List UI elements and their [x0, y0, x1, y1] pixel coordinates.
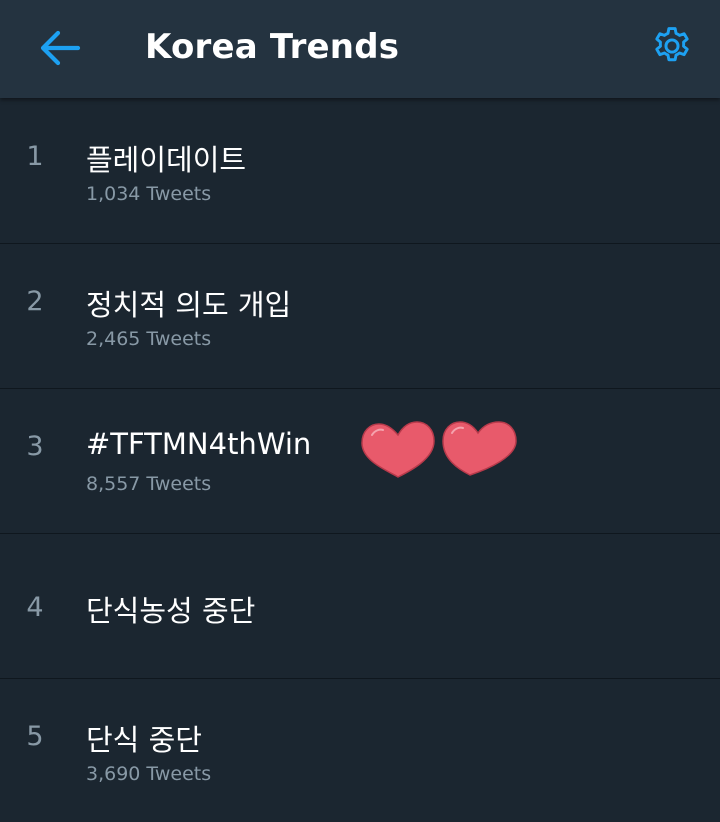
trend-row-5[interactable]: 5 단식 중단 3,690 Tweets [0, 679, 720, 822]
trend-row-2[interactable]: 2 정치적 의도 개입 2,465 Tweets [0, 244, 720, 389]
trend-rank: 3 [26, 431, 44, 462]
trend-tweet-count: 1,034 Tweets [86, 183, 212, 205]
back-button[interactable] [34, 24, 86, 72]
trend-row-4[interactable]: 4 단식농성 중단 [0, 534, 720, 679]
trend-row-1[interactable]: 1 플레이데이트 1,034 Tweets [0, 99, 720, 244]
trend-rank: 4 [26, 592, 44, 623]
trend-rank: 1 [26, 141, 44, 172]
trend-name: 단식농성 중단 [86, 594, 256, 628]
trend-tweet-count: 3,690 Tweets [86, 763, 212, 785]
trend-tweet-count: 8,557 Tweets [86, 473, 212, 495]
trend-tweet-count: 2,465 Tweets [86, 328, 212, 350]
trend-rank: 2 [26, 286, 44, 317]
top-app-bar: Korea Trends [0, 0, 720, 98]
gear-icon [655, 27, 689, 62]
app-screen: Korea Trends 1 플레이데이트 1,034 Tweets 2 정치적… [0, 0, 720, 822]
trend-name: 단식 중단 [86, 723, 202, 757]
trend-row-3[interactable]: 3 #TFTMN4thWin 8,557 Tweets [0, 389, 720, 534]
arrow-left-icon [40, 30, 81, 66]
trends-list: 1 플레이데이트 1,034 Tweets 2 정치적 의도 개입 2,465 … [0, 99, 720, 822]
trend-rank: 5 [26, 721, 44, 752]
trend-name: 정치적 의도 개입 [86, 288, 292, 322]
settings-button[interactable] [646, 20, 698, 72]
trend-name: 플레이데이트 [86, 143, 247, 177]
hearts-sticker-icon [361, 421, 517, 478]
page-title: Korea Trends [145, 27, 400, 67]
trend-name: #TFTMN4thWin [86, 427, 312, 461]
